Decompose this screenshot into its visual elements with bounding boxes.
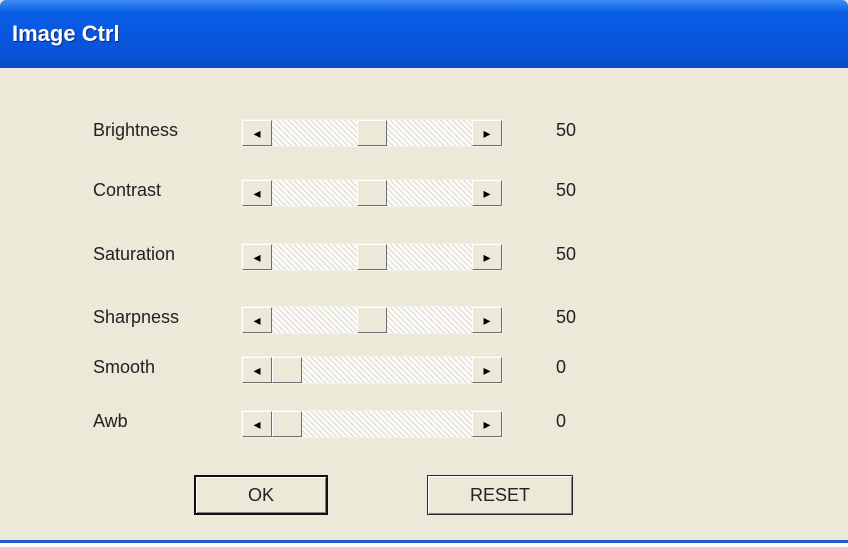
saturation-slider[interactable]: ◂ ▸ xyxy=(241,243,503,271)
brightness-slider[interactable]: ◂ ▸ xyxy=(241,119,503,147)
contrast-slider-thumb[interactable] xyxy=(357,180,387,206)
saturation-left-arrow-icon[interactable]: ◂ xyxy=(242,244,272,270)
slider-row-awb: Awb ◂ ▸ 0 xyxy=(0,406,848,440)
smooth-right-arrow-icon[interactable]: ▸ xyxy=(472,357,502,383)
ok-button[interactable]: OK xyxy=(194,475,328,515)
awb-slider-thumb[interactable] xyxy=(272,411,302,437)
saturation-slider-thumb[interactable] xyxy=(357,244,387,270)
awb-slider[interactable]: ◂ ▸ xyxy=(241,410,503,438)
brightness-right-arrow-icon[interactable]: ▸ xyxy=(472,120,502,146)
brightness-value: 50 xyxy=(556,120,577,140)
contrast-left-arrow-icon[interactable]: ◂ xyxy=(242,180,272,206)
slider-row-contrast: Contrast ◂ ▸ 50 xyxy=(0,175,848,209)
contrast-right-arrow-icon[interactable]: ▸ xyxy=(472,180,502,206)
contrast-value: 50 xyxy=(556,180,577,200)
awb-right-arrow-icon[interactable]: ▸ xyxy=(472,411,502,437)
sharpness-value: 50 xyxy=(556,307,577,327)
saturation-value: 50 xyxy=(556,244,577,264)
smooth-value: 0 xyxy=(556,357,567,377)
title-bar[interactable]: Image Ctrl xyxy=(0,0,848,68)
contrast-label: Contrast xyxy=(93,180,162,200)
awb-left-arrow-icon[interactable]: ◂ xyxy=(242,411,272,437)
awb-label: Awb xyxy=(93,411,128,431)
saturation-right-arrow-icon[interactable]: ▸ xyxy=(472,244,502,270)
saturation-label: Saturation xyxy=(93,244,176,264)
brightness-left-arrow-icon[interactable]: ◂ xyxy=(242,120,272,146)
sharpness-left-arrow-icon[interactable]: ◂ xyxy=(242,307,272,333)
brightness-slider-thumb[interactable] xyxy=(357,120,387,146)
smooth-left-arrow-icon[interactable]: ◂ xyxy=(242,357,272,383)
smooth-slider-thumb[interactable] xyxy=(272,357,302,383)
slider-row-saturation: Saturation ◂ ▸ 50 xyxy=(0,239,848,273)
brightness-label: Brightness xyxy=(93,120,179,140)
sharpness-right-arrow-icon[interactable]: ▸ xyxy=(472,307,502,333)
contrast-slider[interactable]: ◂ ▸ xyxy=(241,179,503,207)
reset-button[interactable]: RESET xyxy=(427,475,573,515)
smooth-label: Smooth xyxy=(93,357,156,377)
sharpness-slider[interactable]: ◂ ▸ xyxy=(241,306,503,334)
sharpness-label: Sharpness xyxy=(93,307,180,327)
window-title: Image Ctrl xyxy=(12,21,120,46)
slider-row-sharpness: Sharpness ◂ ▸ 50 xyxy=(0,302,848,336)
slider-row-brightness: Brightness ◂ ▸ 50 xyxy=(0,115,848,149)
slider-row-smooth: Smooth ◂ ▸ 0 xyxy=(0,352,848,386)
smooth-slider[interactable]: ◂ ▸ xyxy=(241,356,503,384)
awb-value: 0 xyxy=(556,411,567,431)
image-ctrl-dialog: Image Ctrl Brightness ◂ ▸ 50 Contrast ◂ … xyxy=(0,0,848,543)
sharpness-slider-thumb[interactable] xyxy=(357,307,387,333)
